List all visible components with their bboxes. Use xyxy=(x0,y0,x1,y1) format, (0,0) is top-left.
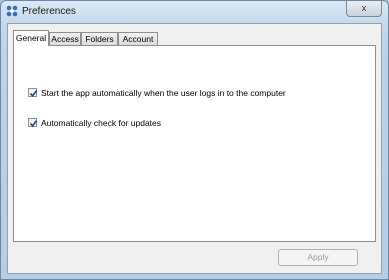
tab-general[interactable]: General xyxy=(13,30,49,46)
app-icon xyxy=(6,5,18,17)
auto-update-checkbox[interactable] xyxy=(28,118,38,128)
close-button[interactable]: x xyxy=(346,1,382,17)
autostart-checkbox[interactable] xyxy=(28,88,38,98)
close-icon: x xyxy=(361,3,367,13)
tab-access[interactable]: Access xyxy=(49,32,81,45)
apply-label: Apply xyxy=(307,252,329,262)
title-bar[interactable]: Preferences x xyxy=(1,1,388,23)
tab-label: General xyxy=(15,33,47,43)
auto-update-label: Automatically check for updates xyxy=(41,118,162,128)
preferences-window: Preferences x General Access Folders Acc… xyxy=(0,0,389,280)
tab-label: Access xyxy=(51,34,79,44)
tab-folders[interactable]: Folders xyxy=(81,32,118,45)
dialog-body: General Access Folders Account Start the… xyxy=(7,23,382,274)
autostart-label: Start the app automatically when the use… xyxy=(41,88,286,98)
window-title: Preferences xyxy=(22,6,76,17)
checkmark-icon xyxy=(29,90,38,98)
general-panel: Start the app automatically when the use… xyxy=(13,45,376,242)
apply-button[interactable]: Apply xyxy=(278,249,358,266)
tab-label: Folders xyxy=(85,34,114,44)
checkmark-icon xyxy=(29,120,38,128)
tab-account[interactable]: Account xyxy=(118,32,158,45)
tab-label: Account xyxy=(122,34,154,44)
